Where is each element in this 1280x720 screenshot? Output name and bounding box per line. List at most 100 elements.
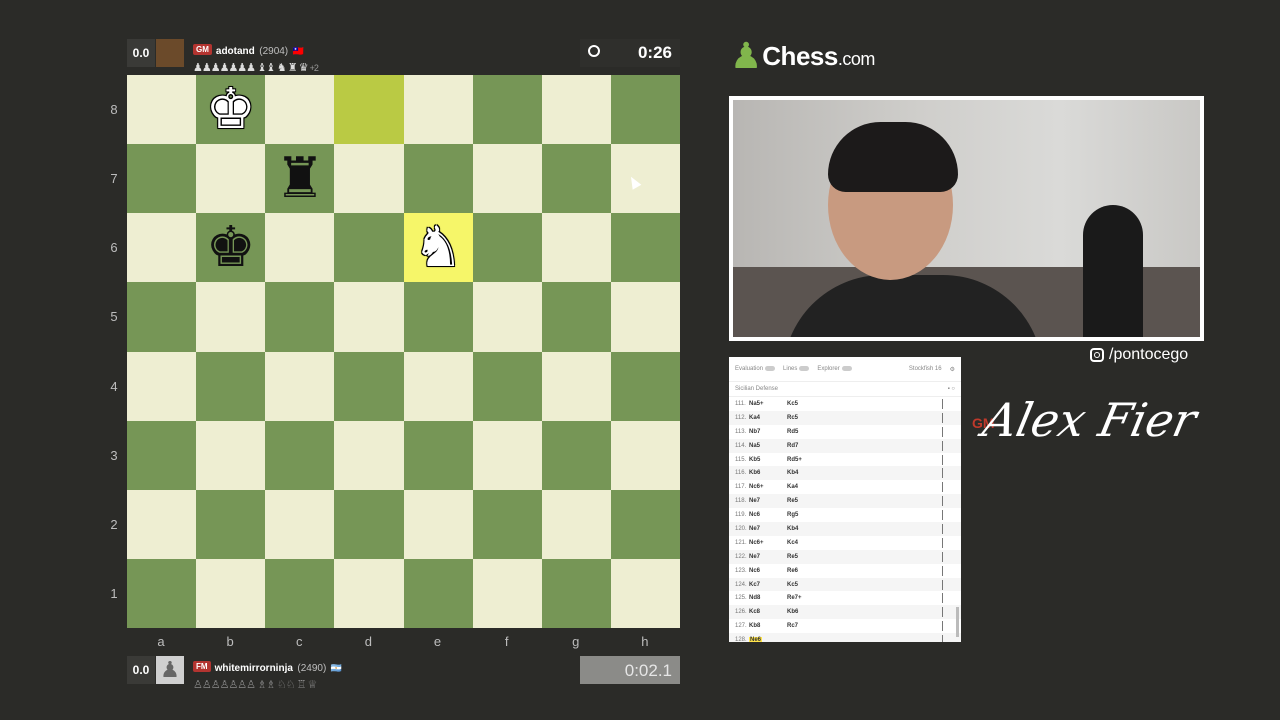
black-move[interactable]: Kb4 bbox=[787, 470, 827, 476]
square-f4[interactable] bbox=[472, 351, 542, 421]
black-move[interactable]: Kb6 bbox=[787, 609, 827, 615]
square-h7[interactable] bbox=[610, 144, 680, 214]
square-g1[interactable] bbox=[541, 558, 611, 628]
square-f7[interactable] bbox=[472, 144, 542, 214]
white-move[interactable]: Kc7 bbox=[749, 582, 787, 588]
white-move[interactable]: Na5+ bbox=[749, 401, 787, 407]
top-player-name[interactable]: adotand bbox=[216, 46, 255, 57]
move-row[interactable]: 123. Nc6 Re6 bbox=[729, 564, 961, 578]
black-move[interactable]: Kc5 bbox=[787, 401, 827, 407]
square-e7[interactable] bbox=[403, 144, 473, 214]
move-row[interactable]: 121. Nc6+ Kc4 bbox=[729, 536, 961, 550]
square-g5[interactable] bbox=[541, 282, 611, 352]
square-g4[interactable] bbox=[541, 351, 611, 421]
black-move[interactable]: Kc5 bbox=[787, 582, 827, 588]
white-move[interactable]: Kb6 bbox=[749, 470, 787, 476]
move-list[interactable]: 111. Na5+ Kc5 112. Ka4 Rc5 113. Nb7 Rd5 114. Na5 Rd… bbox=[729, 397, 961, 642]
square-d8[interactable] bbox=[334, 75, 404, 145]
move-row[interactable]: 112. Ka4 Rc5 bbox=[729, 410, 961, 425]
move-row[interactable]: 118. Ne7 Re5 bbox=[729, 494, 961, 509]
black-move[interactable]: Rc7 bbox=[787, 623, 827, 629]
move-row[interactable]: 114. Na5 Rd7 bbox=[729, 438, 961, 453]
square-f5[interactable] bbox=[472, 282, 542, 352]
square-f6[interactable] bbox=[472, 213, 542, 283]
white-move[interactable]: Nd8 bbox=[749, 595, 787, 601]
move-row[interactable]: 120. Ne7 Kb4 bbox=[729, 522, 961, 536]
square-e2[interactable] bbox=[403, 489, 473, 559]
bottom-player-name[interactable]: whitemirrorninja bbox=[215, 663, 293, 674]
black-move[interactable]: Rd7 bbox=[787, 443, 827, 449]
square-d7[interactable] bbox=[334, 144, 404, 214]
move-row[interactable]: 126. Kc8 Kb6 bbox=[729, 605, 961, 620]
square-h8[interactable] bbox=[610, 75, 680, 145]
book-icon[interactable]: ▪ bbox=[948, 386, 950, 392]
white-move[interactable]: Nc6 bbox=[749, 512, 787, 518]
square-c7[interactable]: ♜ bbox=[265, 144, 335, 214]
square-f8[interactable] bbox=[472, 75, 542, 145]
move-row[interactable]: 111. Na5+ Kc5 bbox=[729, 397, 961, 411]
chess-board[interactable]: ♚ ♜ ♚ ♞ bbox=[127, 75, 680, 628]
square-g2[interactable] bbox=[541, 489, 611, 559]
square-a3[interactable] bbox=[127, 420, 197, 490]
square-g3[interactable] bbox=[541, 420, 611, 490]
bottom-player-avatar[interactable]: ♟ bbox=[156, 656, 184, 684]
white-move[interactable]: Ne6 bbox=[749, 637, 787, 642]
square-b1[interactable] bbox=[196, 558, 266, 628]
black-move[interactable]: Re6 bbox=[787, 568, 827, 574]
square-h1[interactable] bbox=[610, 558, 680, 628]
square-h6[interactable] bbox=[610, 213, 680, 283]
square-c2[interactable] bbox=[265, 489, 335, 559]
square-a5[interactable] bbox=[127, 282, 197, 352]
square-h3[interactable] bbox=[610, 420, 680, 490]
move-row[interactable]: 113. Nb7 Rd5 bbox=[729, 425, 961, 439]
square-h5[interactable] bbox=[610, 282, 680, 352]
white-move[interactable]: Kb8 bbox=[749, 623, 787, 629]
square-a8[interactable] bbox=[127, 75, 197, 145]
square-h4[interactable] bbox=[610, 351, 680, 421]
move-row[interactable]: 116. Kb6 Kb4 bbox=[729, 466, 961, 481]
settings-icon[interactable]: ⚙ bbox=[950, 366, 955, 373]
move-row[interactable]: 119. Nc6 Rg5 bbox=[729, 508, 961, 522]
white-move[interactable]: Nc6 bbox=[749, 568, 787, 574]
move-row[interactable]: 115. Kb5 Rd5+ bbox=[729, 453, 961, 467]
square-a7[interactable] bbox=[127, 144, 197, 214]
square-b2[interactable] bbox=[196, 489, 266, 559]
move-row[interactable]: 124. Kc7 Kc5 bbox=[729, 577, 961, 592]
square-c8[interactable] bbox=[265, 75, 335, 145]
white-move[interactable]: Ne7 bbox=[749, 526, 787, 532]
square-g6[interactable] bbox=[541, 213, 611, 283]
black-move[interactable]: Kb4 bbox=[787, 526, 827, 532]
move-row[interactable]: 127. Kb8 Rc7 bbox=[729, 619, 961, 633]
square-e4[interactable] bbox=[403, 351, 473, 421]
square-h2[interactable] bbox=[610, 489, 680, 559]
square-d1[interactable] bbox=[334, 558, 404, 628]
square-f3[interactable] bbox=[472, 420, 542, 490]
black-move[interactable]: Re7+ bbox=[787, 595, 827, 601]
top-player-avatar[interactable] bbox=[156, 39, 184, 67]
square-a2[interactable] bbox=[127, 489, 197, 559]
move-row[interactable]: 128. Ne6 bbox=[729, 633, 961, 642]
white-move[interactable]: Ne7 bbox=[749, 554, 787, 560]
black-rook-piece[interactable]: ♜ bbox=[275, 150, 325, 207]
black-move[interactable]: Rd5 bbox=[787, 429, 827, 435]
square-e1[interactable] bbox=[403, 558, 473, 628]
white-move[interactable]: Na5 bbox=[749, 443, 787, 449]
black-move[interactable]: Re5 bbox=[787, 554, 827, 560]
square-d4[interactable] bbox=[334, 351, 404, 421]
black-move[interactable]: Kc4 bbox=[787, 540, 827, 546]
square-e3[interactable] bbox=[403, 420, 473, 490]
toggle-lines[interactable]: Lines bbox=[783, 365, 810, 372]
black-king-piece[interactable]: ♚ bbox=[206, 219, 256, 276]
square-e5[interactable] bbox=[403, 282, 473, 352]
white-move[interactable]: Kc8 bbox=[749, 609, 787, 615]
square-c6[interactable] bbox=[265, 213, 335, 283]
black-move[interactable]: Rd5+ bbox=[787, 457, 827, 463]
move-row[interactable]: 125. Nd8 Re7+ bbox=[729, 591, 961, 605]
square-f2[interactable] bbox=[472, 489, 542, 559]
square-d6[interactable] bbox=[334, 213, 404, 283]
black-move[interactable]: Rg5 bbox=[787, 512, 827, 518]
white-move[interactable]: Nc6+ bbox=[749, 540, 787, 546]
move-list-scrollbar[interactable] bbox=[956, 607, 959, 637]
square-e6[interactable]: ♞ bbox=[403, 213, 473, 283]
square-d3[interactable] bbox=[334, 420, 404, 490]
